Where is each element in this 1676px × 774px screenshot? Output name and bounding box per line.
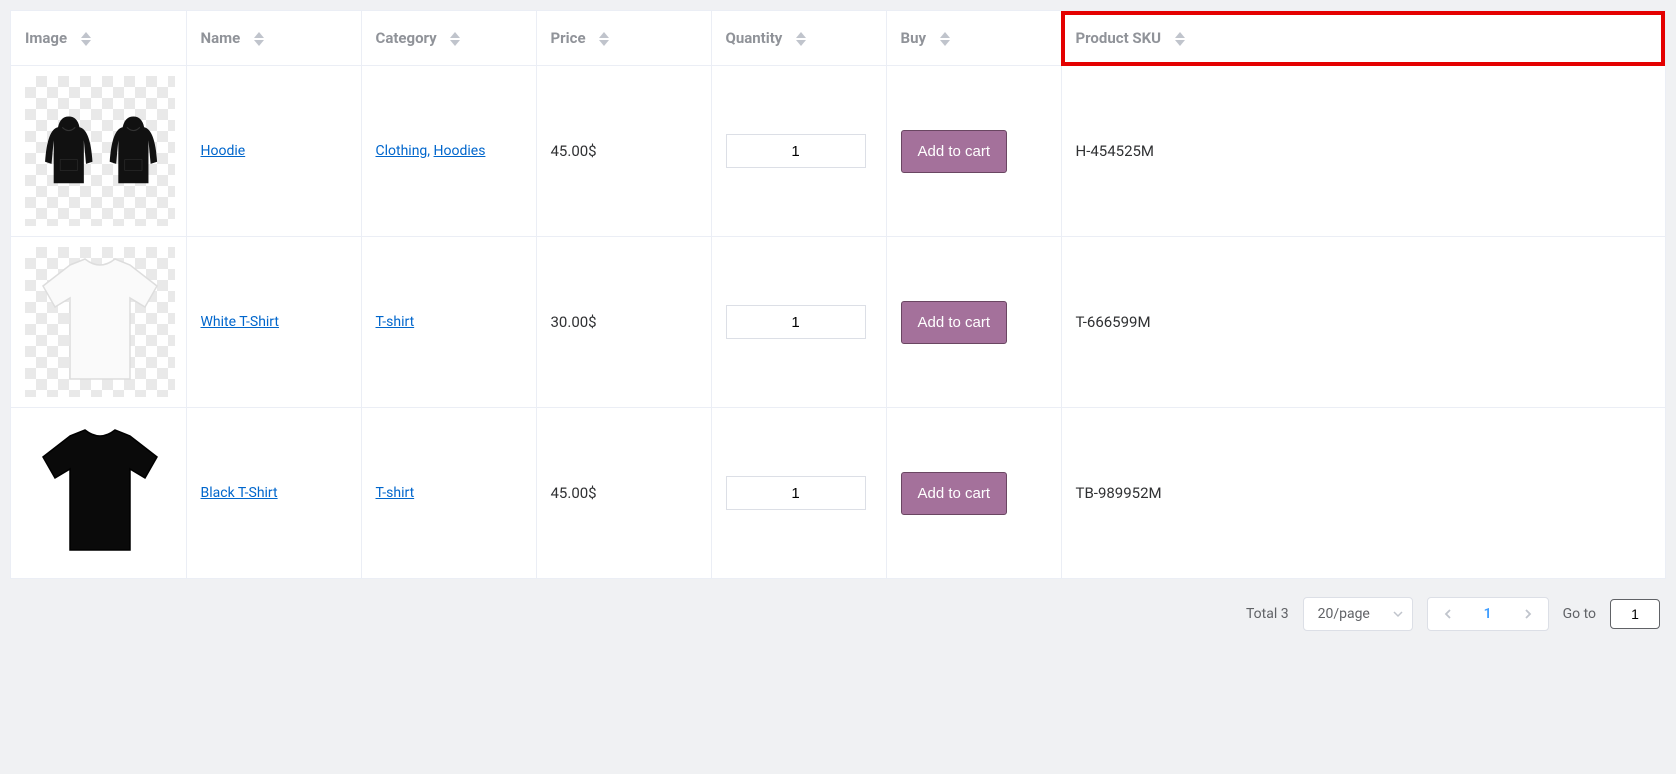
add-to-cart-button[interactable]: Add to cart (901, 130, 1008, 173)
category-link[interactable]: Clothing (376, 143, 428, 159)
sort-icon[interactable] (796, 32, 806, 46)
product-sku: H-454525M (1076, 142, 1155, 160)
sort-icon[interactable] (1175, 32, 1185, 46)
goto-page-input[interactable] (1610, 599, 1660, 629)
quantity-input[interactable] (726, 476, 866, 510)
sort-icon[interactable] (599, 32, 609, 46)
add-to-cart-button[interactable]: Add to cart (901, 472, 1008, 515)
page-size-select[interactable]: 20/page (1303, 597, 1413, 631)
col-header-sku[interactable]: Product SKU (1061, 11, 1665, 66)
sort-icon[interactable] (940, 32, 950, 46)
sort-icon[interactable] (254, 32, 264, 46)
pagination-buttons: 1 (1427, 597, 1549, 631)
product-price: 45.00$ (551, 142, 597, 160)
product-image (25, 418, 175, 568)
col-header-image[interactable]: Image (11, 11, 186, 66)
goto-label: Go to (1563, 606, 1596, 622)
current-page[interactable]: 1 (1468, 598, 1508, 630)
table-row: White T-Shirt T-shirt 30.00$ Add to cart T-6… (11, 237, 1665, 408)
product-name-link[interactable]: Hoodie (201, 143, 246, 159)
product-sku: T-666599M (1076, 313, 1151, 331)
quantity-input[interactable] (726, 134, 866, 168)
table-row: Black T-Shirt T-shirt 45.00$ Add to cart TB-… (11, 408, 1665, 579)
quantity-input[interactable] (726, 305, 866, 339)
sort-icon[interactable] (81, 32, 91, 46)
product-image (25, 247, 175, 397)
category-link[interactable]: Hoodies (434, 143, 486, 159)
col-header-price[interactable]: Price (536, 11, 711, 66)
table-row: HoodieClothing, Hoodies45.00$Add to cart… (11, 66, 1665, 237)
product-table-wrap: Image Name Category (10, 10, 1666, 579)
sort-icon[interactable] (450, 32, 460, 46)
col-header-quantity[interactable]: Quantity (711, 11, 886, 66)
product-price: 45.00$ (551, 484, 597, 502)
col-header-name[interactable]: Name (186, 11, 361, 66)
product-image (25, 76, 175, 226)
prev-page-button[interactable] (1428, 598, 1468, 630)
add-to-cart-button[interactable]: Add to cart (901, 301, 1008, 344)
product-name-link[interactable]: White T-Shirt (201, 314, 279, 330)
product-name-link[interactable]: Black T-Shirt (201, 485, 278, 501)
category-link[interactable]: T-shirt (376, 314, 415, 330)
product-price: 30.00$ (551, 313, 597, 331)
chevron-down-icon (1392, 608, 1404, 620)
product-table: Image Name Category (11, 11, 1665, 579)
table-header-row: Image Name Category (11, 11, 1665, 66)
category-link[interactable]: T-shirt (376, 485, 415, 501)
pagination: Total 3 20/page 1 Go to (10, 579, 1666, 635)
next-page-button[interactable] (1508, 598, 1548, 630)
pagination-total: Total 3 (1246, 606, 1289, 622)
product-sku: TB-989952M (1076, 484, 1162, 502)
col-header-buy[interactable]: Buy (886, 11, 1061, 66)
col-header-category[interactable]: Category (361, 11, 536, 66)
